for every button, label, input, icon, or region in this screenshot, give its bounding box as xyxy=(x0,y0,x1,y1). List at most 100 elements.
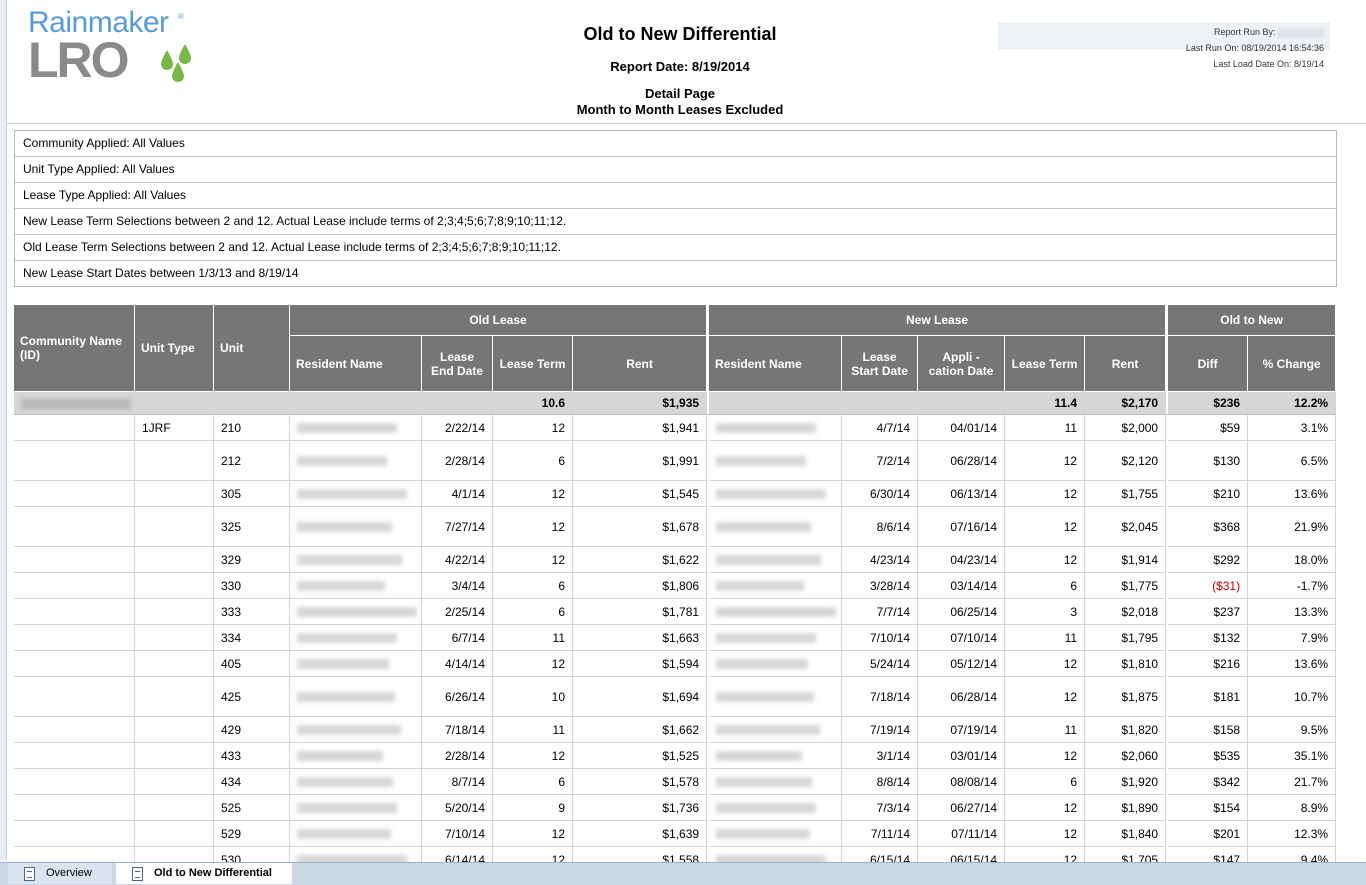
unit-type-cell xyxy=(135,599,214,625)
filter-start-dates: New Lease Start Dates between 1/3/13 and… xyxy=(23,266,299,280)
new-resident-redacted xyxy=(709,847,843,863)
last-load: Last Load Date On: 8/19/14 xyxy=(1213,59,1324,69)
unit-cell: 525 xyxy=(214,795,290,821)
old-rent-cell: $1,639 xyxy=(573,821,708,847)
unit-cell: 333 xyxy=(214,599,290,625)
old-resident-redacted xyxy=(290,625,422,651)
old-end-date-cell: 4/14/14 xyxy=(422,651,493,677)
community-cell xyxy=(14,743,135,769)
old-end-date-cell: 6/14/14 xyxy=(422,847,493,863)
pct-change-cell: 10.7% xyxy=(1248,677,1336,717)
old-end-date-cell: 2/28/14 xyxy=(422,743,493,769)
table-row: 329 4/22/14 12 $1,622 4/23/14 04/23/14 12 $1,91… xyxy=(14,547,1336,573)
water-drops-icon xyxy=(161,44,191,82)
table-row: 212 2/28/14 6 $1,991 7/2/14 06/28/14 12 $2,120 $… xyxy=(14,441,1336,481)
col-new-term: Lease Term xyxy=(1005,336,1086,392)
new-start-date-cell: 7/11/14 xyxy=(842,821,919,847)
old-end-date-cell: 7/18/14 xyxy=(422,717,493,743)
old-rent-cell: $1,578 xyxy=(573,769,708,795)
pct-change-cell: 12.3% xyxy=(1248,821,1336,847)
col-old-rent: Rent xyxy=(573,336,708,392)
application-date-cell: 06/27/14 xyxy=(918,795,1006,821)
table-row: 433 2/28/14 12 $1,525 3/1/14 03/01/14 12 $2,060… xyxy=(14,743,1336,769)
detail-page-label: Detail Page xyxy=(644,86,716,101)
application-date-cell: 06/28/14 xyxy=(918,677,1006,717)
table-row: 330 3/4/14 6 $1,806 3/28/14 03/14/14 6 $1,775 ($… xyxy=(14,573,1336,599)
table-row: 405 4/14/14 12 $1,594 5/24/14 05/12/14 12 $1,81… xyxy=(14,651,1336,677)
old-rent-cell: $1,806 xyxy=(573,573,708,599)
application-date-cell: 07/11/14 xyxy=(918,821,1006,847)
new-resident-redacted xyxy=(709,415,843,441)
old-term-cell: 6 xyxy=(493,599,573,625)
new-start-date-cell: 6/30/14 xyxy=(842,481,919,507)
community-cell xyxy=(14,795,135,821)
old-term-cell: 12 xyxy=(493,847,573,863)
old-term-cell: 12 xyxy=(493,651,573,677)
community-cell xyxy=(14,717,135,743)
filter-summary: Community Applied: All Values Unit Type … xyxy=(14,130,1337,287)
unit-cell: 425 xyxy=(214,677,290,717)
pct-change-cell: 7.9% xyxy=(1248,625,1336,651)
old-end-date-cell: 6/26/14 xyxy=(422,677,493,717)
old-rent-cell: $1,736 xyxy=(573,795,708,821)
old-term-cell: 12 xyxy=(493,821,573,847)
new-resident-redacted xyxy=(709,547,843,573)
report-title: Old to New Differential xyxy=(583,24,777,44)
old-resident-redacted xyxy=(290,441,422,481)
new-start-date-cell: 5/24/14 xyxy=(842,651,919,677)
totals-community-redacted xyxy=(14,392,214,415)
col-new-resident: Resident Name xyxy=(709,336,843,392)
diff-cell: $292 xyxy=(1168,547,1249,573)
new-resident-redacted xyxy=(709,717,843,743)
new-term-cell: 11 xyxy=(1005,625,1086,651)
pct-change-cell: 21.9% xyxy=(1248,507,1336,547)
unit-type-cell xyxy=(135,481,214,507)
run-by-label: Report Run By: xyxy=(1213,27,1276,37)
run-by-line: Report Run By: xyxy=(1186,24,1324,40)
new-term-cell: 12 xyxy=(1005,795,1086,821)
new-start-date-cell: 4/23/14 xyxy=(842,547,919,573)
old-rent-cell: $1,694 xyxy=(573,677,708,717)
old-resident-redacted xyxy=(290,599,422,625)
unit-type-cell xyxy=(135,677,214,717)
differential-table-container[interactable]: Community Name (ID) Unit Type Unit Old L… xyxy=(14,305,1336,863)
application-date-cell: 07/10/14 xyxy=(918,625,1006,651)
unit-cell: 530 xyxy=(214,847,290,863)
col-new-rent: Rent xyxy=(1085,336,1167,392)
report-date: Report Date: 8/19/2014 xyxy=(610,59,750,74)
differential-table: Community Name (ID) Unit Type Unit Old L… xyxy=(14,305,1336,863)
tab-overview[interactable]: Overview xyxy=(8,863,112,884)
tab-old-to-new-differential[interactable]: Old to New Differential xyxy=(116,863,292,884)
new-term-cell: 6 xyxy=(1005,769,1086,795)
unit-cell: 325 xyxy=(214,507,290,547)
unit-cell: 429 xyxy=(214,717,290,743)
filter-community: Community Applied: All Values xyxy=(15,131,1336,157)
old-rent-cell: $1,594 xyxy=(573,651,708,677)
old-term-cell: 9 xyxy=(493,795,573,821)
community-cell xyxy=(14,507,135,547)
unit-cell: 210 xyxy=(214,415,290,441)
old-rent-cell: $1,991 xyxy=(573,441,708,481)
old-end-date-cell: 7/10/14 xyxy=(422,821,493,847)
community-cell xyxy=(14,547,135,573)
old-end-date-cell: 2/25/14 xyxy=(422,599,493,625)
unit-type-cell xyxy=(135,847,214,863)
pct-change-cell: 13.6% xyxy=(1248,481,1336,507)
new-resident-redacted xyxy=(709,625,843,651)
table-row: 525 5/20/14 9 $1,736 7/3/14 06/27/14 12 $1,890 $… xyxy=(14,795,1336,821)
new-resident-redacted xyxy=(709,743,843,769)
community-cell xyxy=(14,847,135,863)
pct-change-cell: 9.5% xyxy=(1248,717,1336,743)
diff-cell: $342 xyxy=(1168,769,1249,795)
filter-lease-type: Lease Type Applied: All Values xyxy=(15,183,1336,209)
tab-differential-label: Old to New Differential xyxy=(154,867,272,879)
pct-change-cell: 9.4% xyxy=(1248,847,1336,863)
new-rent-cell: $1,820 xyxy=(1085,717,1167,743)
group-old-lease: Old Lease xyxy=(290,305,708,336)
new-start-date-cell: 4/7/14 xyxy=(842,415,919,441)
new-rent-cell: $1,890 xyxy=(1085,795,1167,821)
application-date-cell: 08/08/14 xyxy=(918,769,1006,795)
new-rent-cell: $1,705 xyxy=(1085,847,1167,863)
community-cell xyxy=(14,599,135,625)
unit-type-cell: 1JRF xyxy=(135,415,214,441)
